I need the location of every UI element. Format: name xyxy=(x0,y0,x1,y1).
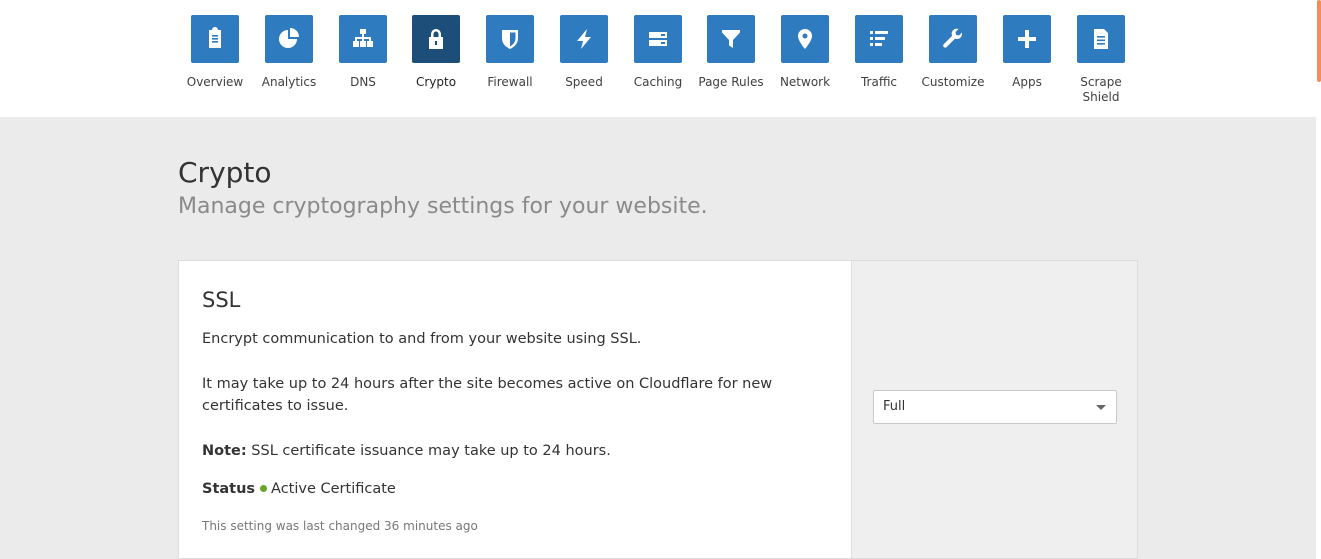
shield-icon xyxy=(486,15,534,63)
nav-item-overview[interactable]: Overview xyxy=(178,15,252,90)
last-changed-text: This setting was last changed 36 minutes… xyxy=(202,519,478,533)
server-icon xyxy=(634,15,682,63)
top-navigation: Overview Analytics DNS Crypto Firewall S… xyxy=(0,0,1316,117)
ssl-card-body: SSL Encrypt communication to and from yo… xyxy=(179,261,851,558)
nav-item-crypto[interactable]: Crypto xyxy=(399,15,473,90)
scrollbar-thumb[interactable] xyxy=(1317,0,1321,82)
chevron-down-icon xyxy=(1096,405,1106,410)
pie-chart-icon xyxy=(265,15,313,63)
nav-item-scrape-shield[interactable]: Scrape Shield xyxy=(1064,15,1138,105)
nav-item-network[interactable]: Network xyxy=(768,15,842,90)
filter-icon xyxy=(707,15,755,63)
plus-icon xyxy=(1003,15,1051,63)
nav-label: Scrape Shield xyxy=(1080,75,1122,104)
ssl-card: SSL Encrypt communication to and from yo… xyxy=(178,260,1138,559)
lock-icon xyxy=(412,15,460,63)
network-tree-icon xyxy=(339,15,387,63)
nav-item-speed[interactable]: Speed xyxy=(547,15,621,90)
status-ok-icon xyxy=(260,485,268,492)
ssl-status: Status Active Certificate xyxy=(202,478,827,500)
status-value: Active Certificate xyxy=(271,481,396,497)
page-subtitle: Manage cryptography settings for your we… xyxy=(178,194,708,219)
wrench-icon xyxy=(929,15,977,63)
clipboard-icon xyxy=(191,15,239,63)
nav-item-firewall[interactable]: Firewall xyxy=(473,15,547,90)
nav-item-traffic[interactable]: Traffic xyxy=(842,15,916,90)
ssl-card-control: Full xyxy=(851,261,1137,558)
page-scrollbar[interactable] xyxy=(1316,0,1321,559)
lightning-icon xyxy=(560,15,608,63)
nav-item-apps[interactable]: Apps xyxy=(990,15,1064,90)
nav-item-dns[interactable]: DNS xyxy=(326,15,400,90)
note-text: SSL certificate issuance may take up to … xyxy=(246,443,611,459)
ssl-mode-value: Full xyxy=(883,399,906,414)
ssl-propagation-note: It may take up to 24 hours after the sit… xyxy=(202,376,773,414)
ssl-card-title: SSL xyxy=(202,288,241,312)
list-icon xyxy=(855,15,903,63)
nav-item-page-rules[interactable]: Page Rules xyxy=(694,15,768,90)
ssl-description: Encrypt communication to and from your w… xyxy=(202,331,642,347)
nav-item-analytics[interactable]: Analytics xyxy=(252,15,326,90)
nav-item-caching[interactable]: Caching xyxy=(621,15,695,90)
document-icon xyxy=(1077,15,1125,63)
status-label: Status xyxy=(202,481,256,497)
nav-item-customize[interactable]: Customize xyxy=(916,15,990,90)
ssl-mode-select[interactable]: Full xyxy=(873,390,1117,424)
ssl-issuance-note: Note: SSL certificate issuance may take … xyxy=(202,440,827,462)
page-title: Crypto xyxy=(178,156,272,189)
nav-label: Apps xyxy=(1012,75,1042,89)
location-pin-icon xyxy=(781,15,829,63)
note-label: Note: xyxy=(202,443,247,459)
